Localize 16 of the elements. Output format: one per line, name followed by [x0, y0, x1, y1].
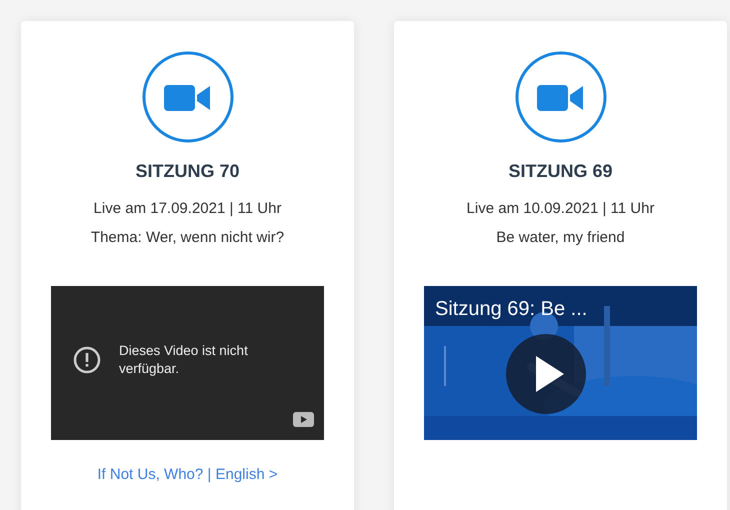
session-title: SITZUNG 69	[508, 161, 613, 182]
alert-icon	[73, 346, 101, 374]
video-camera-icon	[514, 51, 606, 143]
youtube-icon[interactable]	[293, 412, 314, 427]
video-camera-icon	[142, 51, 234, 143]
session-topic: Be water, my friend	[496, 229, 625, 246]
play-icon[interactable]	[506, 334, 586, 414]
session-date: Live am 10.09.2021 | 11 Uhr	[466, 200, 654, 217]
session-title: SITZUNG 70	[135, 161, 240, 182]
video-title: Sitzung 69: Be ...	[435, 298, 588, 321]
video-player[interactable]: Dieses Video ist nicht verfügbar.	[51, 286, 324, 440]
session-date: Live am 17.09.2021 | 11 Uhr	[94, 200, 282, 217]
video-message: Dieses Video ist nicht verfügbar.	[119, 342, 249, 378]
session-topic: Thema: Wer, wenn nicht wir?	[90, 229, 284, 246]
english-link[interactable]: If Not Us, Who? | English >	[97, 466, 278, 483]
video-player[interactable]: Sitzung 69: Be ...	[424, 286, 697, 440]
